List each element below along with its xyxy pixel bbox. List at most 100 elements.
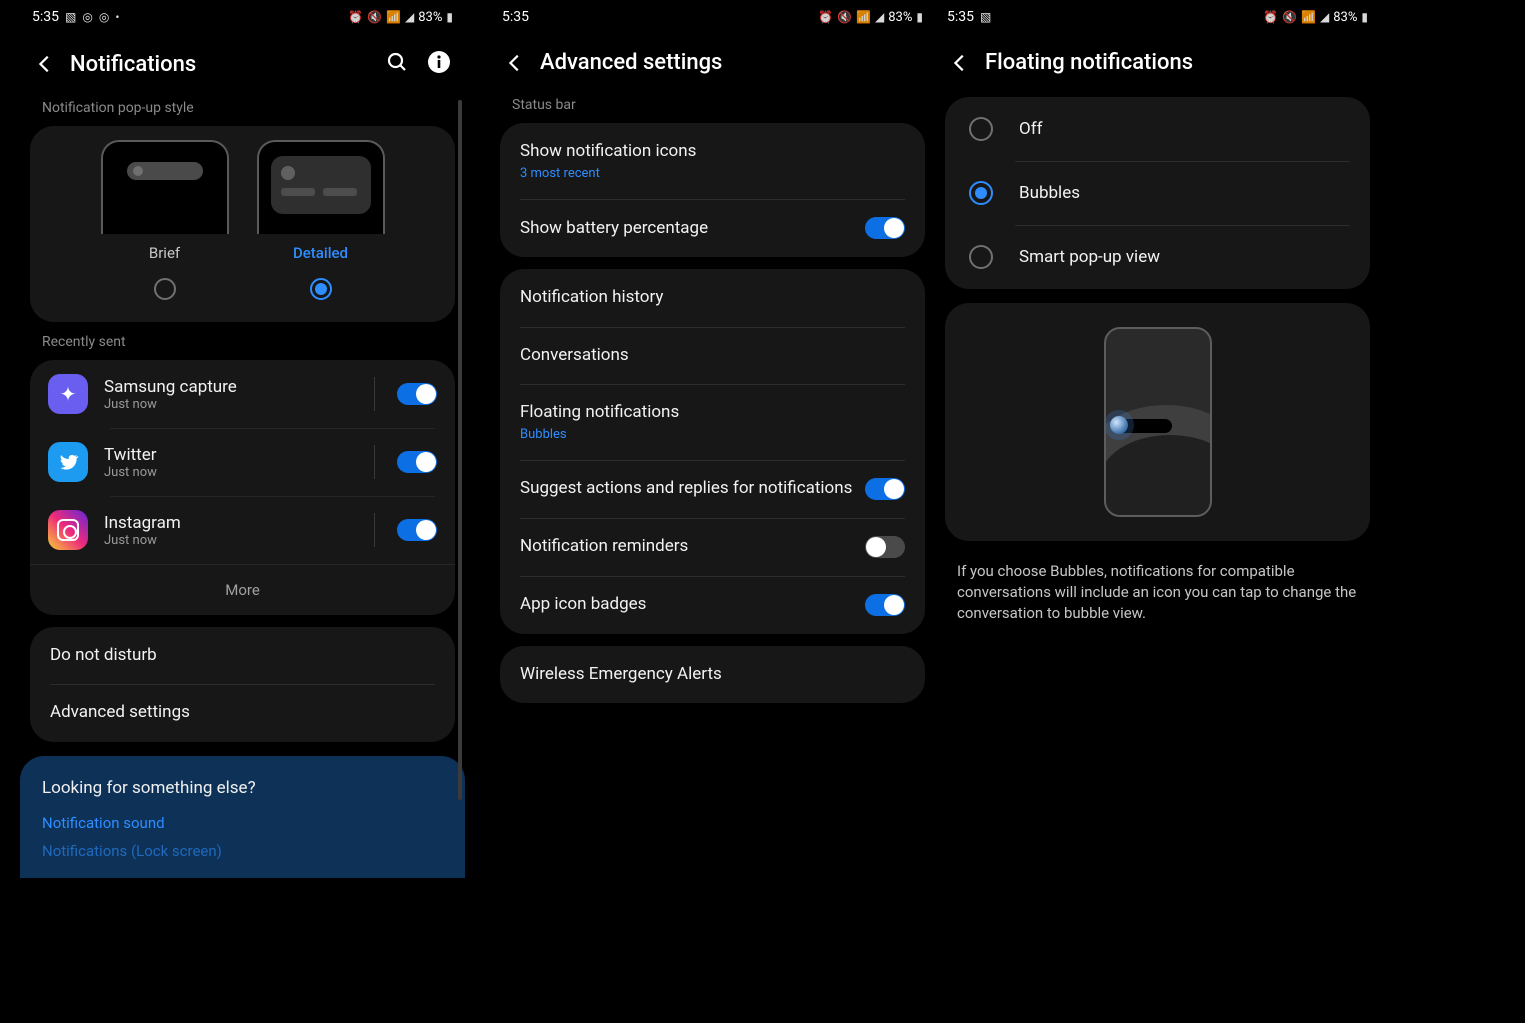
battery-percent: 83% xyxy=(888,10,912,25)
footer-heading: Looking for something else? xyxy=(42,778,443,798)
status-bar: 5:35 ▧ ◎ ◎ • ⏰ 🔇 📶 ◢ 83% ▮ xyxy=(20,0,465,34)
status-time: 5:35 xyxy=(32,9,59,25)
header: Floating notifications xyxy=(935,34,1380,97)
back-icon[interactable] xyxy=(949,52,971,74)
mute-icon: 🔇 xyxy=(1282,10,1297,24)
bubbles-preview xyxy=(945,303,1370,541)
toggle-badges[interactable] xyxy=(865,594,905,616)
wifi-icon: 📶 xyxy=(856,10,871,24)
row-do-not-disturb[interactable]: Do not disturb xyxy=(30,627,455,684)
app-time: Just now xyxy=(104,533,358,548)
row-wireless-emergency-alerts[interactable]: Wireless Emergency Alerts xyxy=(500,646,925,703)
row-title: Suggest actions and replies for notifica… xyxy=(520,478,865,499)
alarm-icon: ⏰ xyxy=(348,10,363,24)
screen-floating-notifications: 5:35 ▧ ⏰ 🔇 📶 ◢ 83% ▮ Floating notificati… xyxy=(935,0,1380,1023)
row-show-notification-icons[interactable]: Show notification icons 3 most recent xyxy=(500,123,925,199)
radio-off[interactable] xyxy=(969,117,993,141)
page-title: Floating notifications xyxy=(985,50,1193,75)
signal-icon: ◢ xyxy=(875,10,884,24)
radio-bubbles[interactable] xyxy=(969,181,993,205)
divider xyxy=(374,513,375,547)
radio-detailed[interactable] xyxy=(310,278,332,300)
app-row-samsung-capture[interactable]: ✦ Samsung capture Just now xyxy=(30,360,455,428)
row-title: Show battery percentage xyxy=(520,218,865,239)
recent-apps-card: ✦ Samsung capture Just now Twitter Just … xyxy=(30,360,455,615)
section-label-popup: Notification pop-up style xyxy=(20,100,465,126)
battery-icon: ▮ xyxy=(1361,10,1368,24)
detailed-label: Detailed xyxy=(293,244,348,262)
radio-smart[interactable] xyxy=(969,245,993,269)
back-icon[interactable] xyxy=(34,53,56,75)
radio-brief[interactable] xyxy=(154,278,176,300)
toggle-samsung-capture[interactable] xyxy=(397,383,437,405)
status-time: 5:35 xyxy=(502,9,529,25)
link-notification-sound[interactable]: Notification sound xyxy=(42,814,443,832)
row-floating-notifications[interactable]: Floating notifications Bubbles xyxy=(500,384,925,460)
settings-card: Do not disturb Advanced settings xyxy=(30,627,455,742)
samsung-capture-icon: ✦ xyxy=(48,374,88,414)
header: Advanced settings xyxy=(490,34,935,97)
footer-card: Looking for something else? Notification… xyxy=(20,756,465,878)
page-title: Notifications xyxy=(70,52,196,77)
detailed-preview xyxy=(257,140,385,234)
popup-style-card: Brief Detailed xyxy=(30,126,455,322)
row-advanced-settings[interactable]: Advanced settings xyxy=(30,684,455,741)
section-label-statusbar: Status bar xyxy=(490,97,935,123)
row-app-icon-badges[interactable]: App icon badges xyxy=(500,576,925,634)
row-title: Notification history xyxy=(520,287,905,308)
statusbar-card: Show notification icons 3 most recent Sh… xyxy=(500,123,925,257)
link-lock-screen-notifications[interactable]: Notifications (Lock screen) xyxy=(42,842,443,860)
instagram-icon xyxy=(48,510,88,550)
info-icon[interactable] xyxy=(427,50,451,78)
notifications-card: Notification history Conversations Float… xyxy=(500,269,925,634)
row-conversations[interactable]: Conversations xyxy=(500,327,925,384)
app-row-twitter[interactable]: Twitter Just now xyxy=(30,428,455,496)
option-bubbles[interactable]: Bubbles xyxy=(945,161,1370,225)
instagram-icon: ◎ xyxy=(99,10,109,24)
wifi-icon: 📶 xyxy=(1301,10,1316,24)
app-time: Just now xyxy=(104,397,358,412)
status-bar: 5:35 ⏰ 🔇 📶 ◢ 83% ▮ xyxy=(490,0,935,34)
app-time: Just now xyxy=(104,465,358,480)
popup-option-detailed[interactable]: Detailed xyxy=(257,140,385,314)
scrollbar[interactable] xyxy=(458,100,462,800)
brief-preview xyxy=(101,140,229,234)
battery-percent: 83% xyxy=(1333,10,1357,25)
app-name: Twitter xyxy=(104,445,358,465)
row-sub: 3 most recent xyxy=(520,166,905,181)
screen-advanced-settings: 5:35 ⏰ 🔇 📶 ◢ 83% ▮ Advanced settings Sta… xyxy=(490,0,935,1023)
floating-options-card: Off Bubbles Smart pop-up view xyxy=(945,97,1370,289)
alarm-icon: ⏰ xyxy=(1263,10,1278,24)
row-sub: Bubbles xyxy=(520,427,905,442)
row-title: Conversations xyxy=(520,345,905,366)
option-smart-popup[interactable]: Smart pop-up view xyxy=(945,225,1370,289)
battery-icon: ▮ xyxy=(446,10,453,24)
mute-icon: 🔇 xyxy=(367,10,382,24)
instagram-icon: ◎ xyxy=(82,10,92,24)
row-show-battery-percentage[interactable]: Show battery percentage xyxy=(500,199,925,257)
row-suggest-actions[interactable]: Suggest actions and replies for notifica… xyxy=(500,460,925,518)
dnd-label: Do not disturb xyxy=(50,645,435,666)
toggle-suggest-actions[interactable] xyxy=(865,478,905,500)
toggle-battery-percentage[interactable] xyxy=(865,217,905,239)
row-notification-history[interactable]: Notification history xyxy=(500,269,925,326)
row-title: Notification reminders xyxy=(520,536,865,557)
mute-icon: 🔇 xyxy=(837,10,852,24)
brief-label: Brief xyxy=(149,244,180,262)
option-label: Off xyxy=(1019,119,1043,139)
back-icon[interactable] xyxy=(504,52,526,74)
option-off[interactable]: Off xyxy=(945,97,1370,161)
picture-icon: ▧ xyxy=(980,10,991,24)
more-button[interactable]: More xyxy=(30,564,455,615)
toggle-reminders[interactable] xyxy=(865,536,905,558)
popup-option-brief[interactable]: Brief xyxy=(101,140,229,314)
search-icon[interactable] xyxy=(385,50,409,78)
phone-preview xyxy=(1104,327,1212,517)
wea-card: Wireless Emergency Alerts xyxy=(500,646,925,703)
info-text: If you choose Bubbles, notifications for… xyxy=(935,555,1380,624)
app-row-instagram[interactable]: Instagram Just now xyxy=(30,496,455,564)
toggle-twitter[interactable] xyxy=(397,451,437,473)
row-notification-reminders[interactable]: Notification reminders xyxy=(500,518,925,576)
toggle-instagram[interactable] xyxy=(397,519,437,541)
battery-percent: 83% xyxy=(418,10,442,25)
